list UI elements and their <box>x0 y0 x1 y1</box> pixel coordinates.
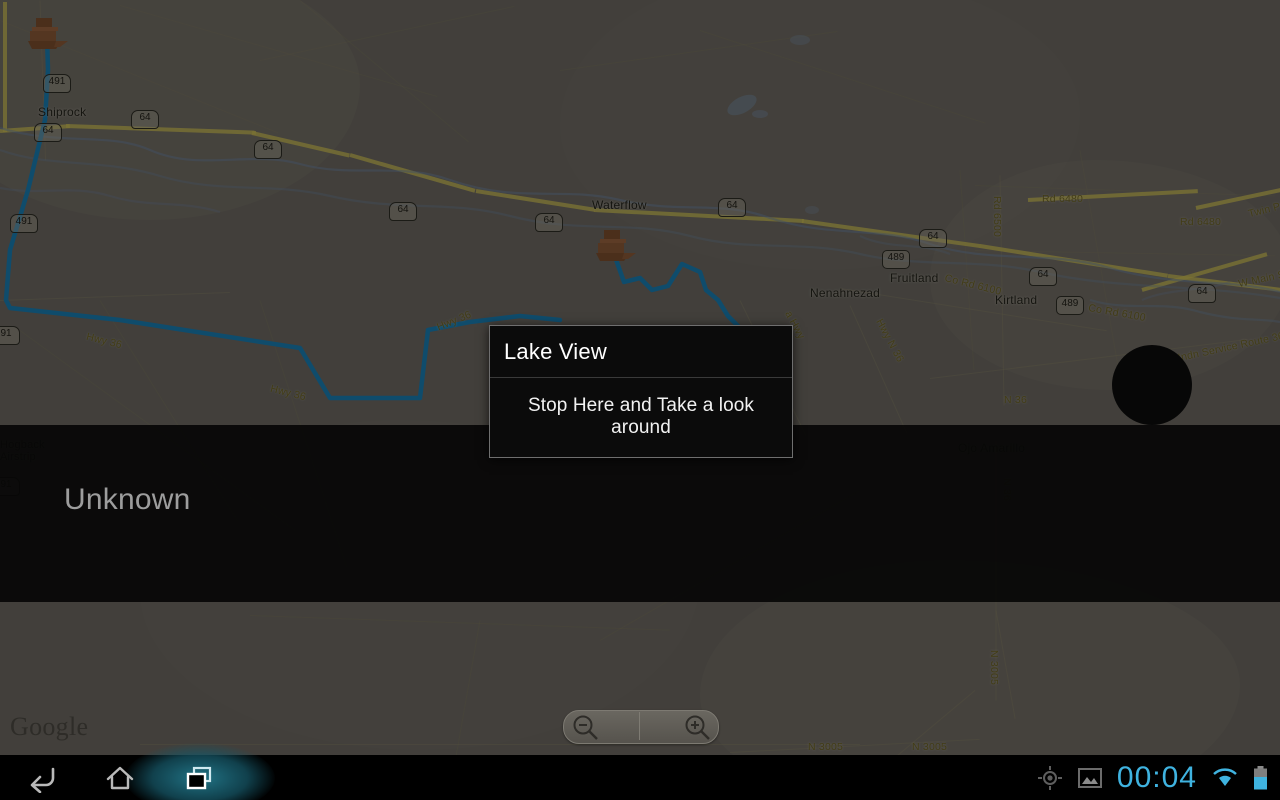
map-label-town: Waterflow <box>592 198 647 212</box>
status-icons: 00:04 <box>1037 755 1280 800</box>
highway-shield: 64 <box>718 198 746 217</box>
map-label-road: Rd 6500 <box>991 196 1003 238</box>
device-screen: Shiprock Waterflow Nenahnezad Fruitland … <box>0 0 1280 800</box>
highway-shield: 64 <box>919 229 947 248</box>
google-attribution: Google <box>10 712 89 741</box>
dialog-title: Lake View <box>504 339 607 364</box>
highway-shield: 489 <box>882 250 910 269</box>
back-arrow-icon <box>30 767 55 793</box>
dialog-message: Stop Here and Take a look around <box>527 395 755 438</box>
boat-marker[interactable] <box>26 18 70 52</box>
page-title: Unknown <box>64 483 191 516</box>
screenshot-icon[interactable] <box>1077 766 1103 790</box>
map-label-town: Ojo Amarillo <box>958 441 1026 455</box>
map-label-place: Hogback <box>0 439 45 451</box>
map-label-road: Rd 6480 <box>1180 216 1222 228</box>
highway-shield: 64 <box>1188 284 1216 303</box>
battery-icon <box>1254 765 1267 789</box>
highway-shield: 91 <box>0 326 20 345</box>
zoom-out-icon <box>573 715 598 740</box>
wifi-icon <box>1213 767 1237 786</box>
map-label-road: N 3005 <box>808 741 844 753</box>
map-label-road: N 3005 <box>988 650 1000 686</box>
back-button[interactable] <box>0 755 80 800</box>
map-label-road: N 36 <box>1004 394 1027 406</box>
highway-shield: 491 <box>43 74 71 93</box>
system-bar: 00:04 <box>0 755 1280 800</box>
zoom-in-button[interactable] <box>641 711 718 743</box>
highway-shield: 64 <box>535 213 563 232</box>
map-label-town: Nenahnezad <box>810 286 881 300</box>
map-label-town: Fruitland <box>890 271 939 285</box>
map-label-road: N 3005 <box>912 741 948 753</box>
recent-apps-icon <box>186 766 212 789</box>
home-icon <box>106 766 134 789</box>
map-label-road: Rd 6480 <box>1042 193 1084 205</box>
highway-shield: 64 <box>389 202 417 221</box>
recents-button[interactable] <box>160 755 240 800</box>
status-clock: 00:04 <box>1116 760 1197 794</box>
highway-shield: 489 <box>1056 296 1084 315</box>
tap-indicator <box>1112 345 1192 425</box>
map-label-town: Shiprock <box>38 105 87 119</box>
map-label-road: N 36 <box>1001 478 1013 501</box>
zoom-in-icon <box>685 715 710 740</box>
highway-shield: 64 <box>1029 267 1057 286</box>
highway-shield: 91 <box>0 477 20 496</box>
highway-shield: 64 <box>131 110 159 129</box>
boat-marker[interactable] <box>594 230 638 264</box>
zoom-out-button[interactable] <box>564 711 641 743</box>
map-label-place: Airstrip <box>0 451 36 463</box>
alert-dialog: Lake View Stop Here and Take a look arou… <box>489 325 793 458</box>
map-label-town: Kirtland <box>995 293 1038 307</box>
highway-shield: 64 <box>254 140 282 159</box>
map-zoom-control[interactable] <box>563 710 719 744</box>
zoom-control-divider <box>639 712 640 740</box>
gps-icon[interactable] <box>1037 765 1063 791</box>
highway-shield: 491 <box>10 214 38 233</box>
navigation-buttons <box>0 755 240 800</box>
highway-shield: 64 <box>34 123 62 142</box>
